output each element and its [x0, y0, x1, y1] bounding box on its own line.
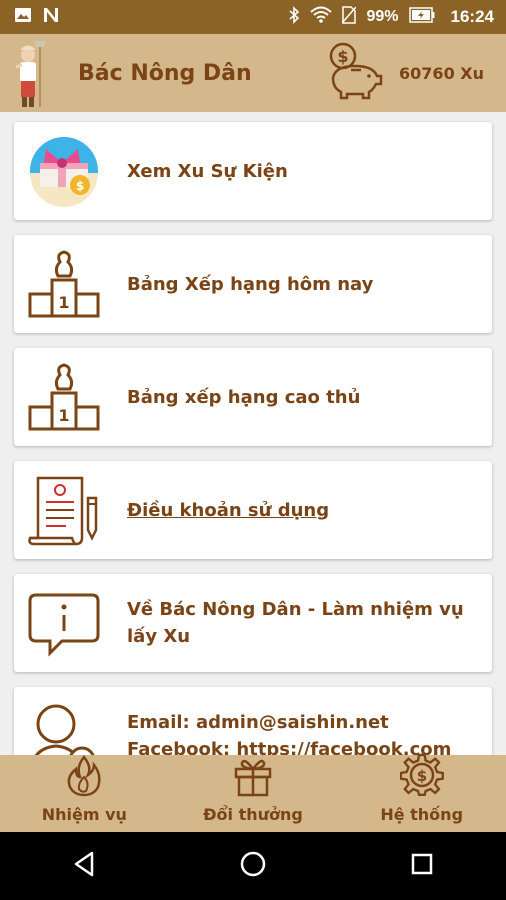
tab-label: Đổi thưởng [203, 805, 303, 824]
wifi-icon [310, 6, 333, 29]
battery-icon [408, 6, 435, 28]
farmer-avatar-icon [10, 37, 52, 109]
document-pen-icon [24, 470, 104, 550]
menu-item-about[interactable]: Về Bác Nông Dân - Làm nhiệm vụ lấy Xu [14, 574, 492, 672]
fire-icon [64, 754, 104, 805]
battery-percent: 99% [366, 8, 399, 25]
bottom-tab-bar: Nhiệm vụ Đổi thưởng $ Hệ thống [0, 753, 506, 832]
menu-item-event-coins[interactable]: $ Xem Xu Sự Kiện [14, 122, 492, 220]
contact-email: Email: admin@saishin.net [127, 712, 389, 733]
menu-item-label: Về Bác Nông Dân - Làm nhiệm vụ lấy Xu [127, 599, 464, 647]
coin-amount: 60760 Xu [399, 63, 484, 83]
tab-tasks[interactable]: Nhiệm vụ [0, 754, 169, 832]
menu-item-label: Xem Xu Sự Kiện [127, 160, 288, 182]
svg-text:$: $ [76, 179, 84, 193]
menu-item-ranking-top[interactable]: 1 Bảng xếp hạng cao thủ [14, 348, 492, 446]
podium-icon: 1 [24, 357, 104, 437]
svg-text:1: 1 [58, 406, 69, 425]
contact-info: Email: admin@saishin.net Facebook: https… [127, 709, 477, 755]
tab-system[interactable]: $ Hệ thống [337, 753, 506, 832]
menu-item-terms-of-use[interactable]: Điều khoản sử dụng [14, 461, 492, 559]
recents-icon[interactable] [410, 852, 434, 880]
app-title: Bác Nông Dân [78, 60, 252, 86]
user-contact-icon [24, 696, 104, 755]
piggy-bank-icon: $ [325, 42, 385, 104]
tab-label: Nhiệm vụ [41, 805, 127, 824]
menu-item-ranking-today[interactable]: 1 Bảng Xếp hạng hôm nay [14, 235, 492, 333]
tab-label: Hệ thống [380, 805, 464, 824]
n-notification-icon [42, 6, 60, 28]
bluetooth-icon [288, 5, 300, 29]
gift-icon [232, 755, 274, 805]
coin-balance: $ 60760 Xu [325, 42, 484, 104]
menu-item-label: Bảng xếp hạng cao thủ [127, 386, 361, 408]
home-icon[interactable] [239, 850, 267, 882]
menu-item-label: Bảng Xếp hạng hôm nay [127, 273, 374, 295]
clock: 16:24 [450, 7, 494, 26]
no-sim-icon [341, 5, 358, 29]
back-icon[interactable] [72, 851, 96, 881]
image-notification-icon [14, 7, 32, 27]
menu-item-label: Điều khoản sử dụng [127, 499, 330, 521]
menu-list[interactable]: $ Xem Xu Sự Kiện 1 Bảng Xếp hạng hôm nay… [0, 112, 506, 755]
status-bar: 99% 16:24 [0, 0, 506, 34]
svg-text:1: 1 [58, 293, 69, 312]
gift-coin-icon: $ [24, 131, 104, 211]
gear-coin-icon: $ [399, 753, 444, 805]
system-nav-bar [0, 832, 506, 900]
podium-icon: 1 [24, 244, 104, 324]
svg-text:$: $ [337, 47, 348, 66]
svg-text:$: $ [416, 767, 426, 785]
app-header: Bác Nông Dân $ 60760 Xu [0, 34, 506, 112]
menu-item-contact[interactable]: Email: admin@saishin.net Facebook: https… [14, 687, 492, 755]
tab-rewards[interactable]: Đổi thưởng [169, 755, 338, 832]
info-bubble-icon [24, 583, 104, 663]
